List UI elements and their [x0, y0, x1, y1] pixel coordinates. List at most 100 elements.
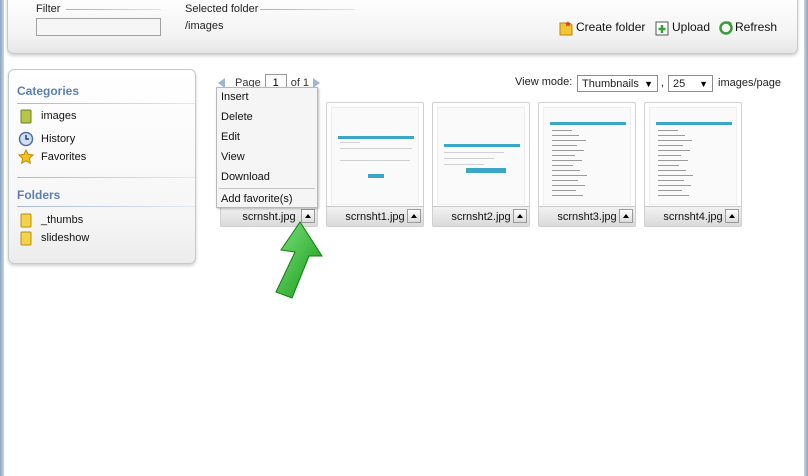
sidebar-item-label: History: [41, 133, 76, 145]
thumbnail-preview-line: [658, 135, 685, 136]
filter-input[interactable]: [36, 18, 161, 36]
create-folder-button[interactable]: Create folder: [559, 18, 645, 36]
thumbnail-name: scrnsht2.jpg: [451, 210, 511, 223]
sidebar-item-history[interactable]: History: [17, 131, 75, 147]
thumbnail-preview-line: [552, 140, 586, 141]
thumbnail-preview-line: [552, 170, 580, 171]
thumbnail-image[interactable]: [437, 107, 525, 205]
thumbnail-preview-line: [552, 145, 577, 146]
thumbnail-preview-button: [466, 168, 506, 173]
menu-separator: [219, 188, 315, 189]
sidebar-item-slideshow[interactable]: slideshow: [17, 230, 89, 246]
thumbnail-preview-line: [658, 185, 691, 186]
per-page-label: images/page: [718, 77, 781, 89]
chevron-down-icon: ▼: [644, 78, 653, 89]
per-page-select[interactable]: 25 ▼: [668, 75, 713, 92]
filter-divider: [66, 9, 161, 10]
thumbnail-card[interactable]: scrnsht3.jpg: [538, 102, 636, 227]
menu-item-download[interactable]: Download: [221, 171, 270, 183]
thumbnail-preview-line: [658, 165, 679, 166]
thumbnail-preview-line: [340, 142, 360, 143]
thumbnail-menu-button[interactable]: [407, 209, 421, 223]
thumbnail-preview-line: [552, 150, 584, 151]
thumbnail-preview-button: [368, 174, 384, 178]
upload-label: Upload: [672, 20, 711, 34]
thumbnail-image[interactable]: [331, 107, 419, 205]
thumbnail-image[interactable]: [543, 107, 631, 205]
next-page-icon[interactable]: [313, 77, 321, 88]
window-frame-right: [804, 0, 808, 476]
thumbnail-preview-line: [552, 185, 585, 186]
thumbnail-preview-line: [552, 165, 573, 166]
section-divider: [17, 177, 195, 178]
menu-item-delete[interactable]: Delete: [221, 111, 253, 123]
thumbnail-preview-line: [340, 160, 410, 161]
folder-icon: [17, 212, 35, 228]
thumbnail-preview-line: [444, 152, 504, 153]
folder-icon: [17, 230, 35, 246]
categories-heading: Categories: [17, 84, 80, 98]
thumbnail-name: scrnsht4.jpg: [663, 210, 723, 223]
filter-label: Filter: [36, 3, 61, 15]
thumbnail-card[interactable]: scrnsht1.jpg: [326, 102, 424, 227]
thumbnail-preview-bar: [656, 122, 732, 125]
thumbnail-preview-line: [658, 175, 693, 176]
sidebar-item-label: slideshow: [41, 232, 90, 244]
thumbnail-card[interactable]: scrnsht2.jpg: [432, 102, 530, 227]
window-frame-left: [0, 0, 4, 476]
thumbnail-preview-line: [552, 190, 576, 191]
new-folder-icon: [559, 20, 573, 35]
sidebar-item-label: _thumbs: [41, 214, 84, 226]
menu-item-edit[interactable]: Edit: [221, 131, 240, 143]
menu-item-add-favorites[interactable]: Add favorite(s): [221, 193, 293, 205]
thumbnail-preview-line: [658, 170, 686, 171]
thumbnail-preview-line: [658, 180, 684, 181]
thumbnail-preview-line: [552, 155, 575, 156]
categories-divider: [17, 103, 195, 104]
thumbnail-name: scrnsht3.jpg: [557, 210, 617, 223]
thumbnail-menu-button[interactable]: [725, 209, 739, 223]
view-mode-select[interactable]: Thumbnails ▼: [577, 75, 658, 92]
thumbnail-card[interactable]: scrnsht4.jpg: [644, 102, 742, 227]
thumbnail-preview-bar: [444, 144, 520, 147]
refresh-icon: [718, 20, 733, 35]
menu-item-insert[interactable]: Insert: [221, 91, 249, 103]
folders-divider: [17, 206, 195, 207]
thumbnail-name: scrnsht1.jpg: [345, 210, 405, 223]
thumbnail-preview-line: [552, 135, 579, 136]
per-page-value: 25: [673, 77, 686, 90]
thumbnail-preview-line: [658, 155, 681, 156]
sidebar-item-thumbs[interactable]: _thumbs: [17, 212, 83, 228]
folders-heading: Folders: [17, 188, 61, 202]
view-mode-label: View mode:: [515, 76, 573, 88]
menu-item-view[interactable]: View: [221, 151, 245, 163]
refresh-button[interactable]: Refresh: [718, 18, 777, 36]
sidebar-item-label: Favorites: [41, 151, 87, 163]
folder-icon: [17, 108, 35, 124]
selected-folder-path: /images: [185, 20, 224, 32]
thumbnail-preview-line: [340, 148, 412, 149]
view-mode-value: Thumbnails: [582, 77, 639, 90]
thumbnail-preview-line: [552, 130, 572, 131]
sidebar-item-favorites[interactable]: Favorites: [17, 149, 86, 165]
thumbnail-preview-line: [552, 175, 587, 176]
thumbnail-image[interactable]: [649, 107, 737, 205]
thumbnail-preview-line: [444, 158, 494, 159]
selected-folder-divider: [260, 9, 355, 10]
star-icon: [17, 149, 35, 165]
upload-icon: [655, 20, 669, 35]
thumbnail-preview-line: [658, 140, 692, 141]
thumbnail-preview-line: [658, 160, 688, 161]
thumbnail-menu-button[interactable]: [513, 209, 527, 223]
prev-page-icon[interactable]: [218, 77, 225, 88]
upload-button[interactable]: Upload: [655, 18, 710, 36]
thumbnail-preview-line: [658, 145, 683, 146]
thumbnail-preview-bar: [338, 136, 414, 139]
chevron-down-icon: ▼: [699, 78, 708, 89]
thumbnail-preview-line: [552, 160, 582, 161]
thumbnail-preview-line: [658, 130, 678, 131]
sidebar-item-images[interactable]: images: [17, 108, 76, 124]
sidebar-item-label: images: [41, 110, 77, 122]
thumbnail-context-menu: Insert Delete Edit View Download Add fav…: [216, 87, 318, 208]
thumbnail-menu-button[interactable]: [619, 209, 633, 223]
